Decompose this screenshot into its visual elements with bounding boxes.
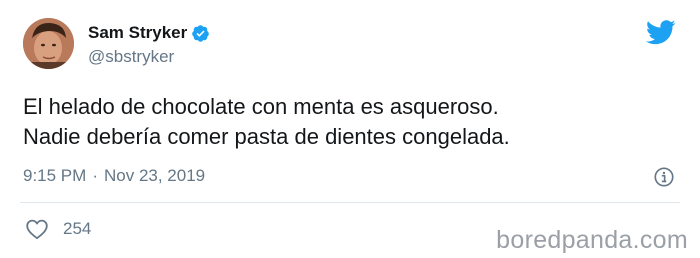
info-icon[interactable]	[653, 166, 675, 188]
tweet-text-line: El helado de chocolate con menta es asqu…	[23, 94, 499, 119]
tweet-timestamp[interactable]: 9:15 PM · Nov 23, 2019	[23, 166, 205, 186]
watermark: boredpanda.com	[496, 226, 688, 254]
author-handle[interactable]: @sbstryker	[88, 47, 174, 67]
heart-icon	[26, 219, 48, 240]
author-display-name[interactable]: Sam Stryker	[88, 23, 187, 43]
like-count: 254	[63, 219, 92, 238]
verified-badge-icon	[192, 24, 210, 42]
tweet-text: El helado de chocolate con menta es asqu…	[23, 92, 663, 152]
tweet-card: Sam Stryker @sbstryker El helado de choc…	[0, 0, 700, 258]
avatar[interactable]	[23, 18, 74, 69]
tweet-date: Nov 23, 2019	[103, 166, 206, 185]
divider	[20, 202, 680, 203]
tweet-text-line: Nadie debería comer pasta de dientes con…	[23, 124, 510, 149]
twitter-bird-icon[interactable]	[646, 20, 676, 45]
author-name-row: Sam Stryker	[88, 22, 210, 44]
tweet-time: 9:15 PM	[23, 166, 87, 185]
like-button[interactable]: 254	[25, 218, 91, 240]
meta-separator: ·	[92, 166, 98, 185]
